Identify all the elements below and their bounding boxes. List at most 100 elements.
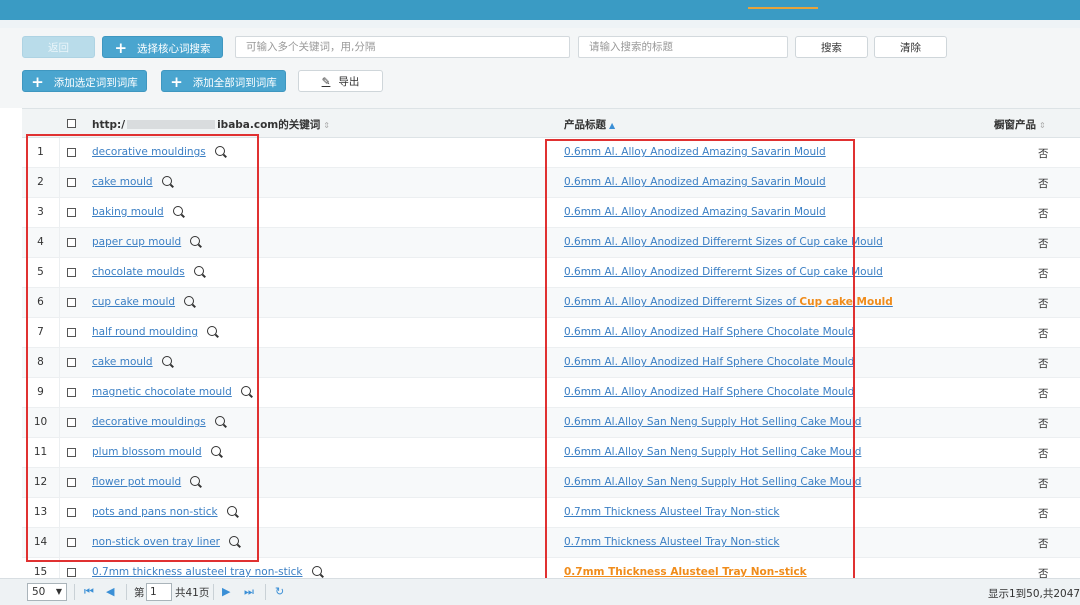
row-checkbox[interactable] — [67, 268, 76, 277]
row-number: 13 — [22, 498, 60, 528]
keyword-input[interactable] — [235, 36, 570, 58]
search-icon[interactable] — [172, 206, 183, 216]
next-page-icon[interactable]: ▶ — [222, 585, 230, 598]
header-showcase[interactable]: 橱窗产品 ⇕ — [994, 117, 1046, 132]
product-title-link[interactable]: 0.6mm Al. Alloy Anodized Amazing Savarin… — [564, 146, 826, 158]
back-button[interactable]: 返回 — [22, 36, 95, 58]
header-product-title[interactable]: 产品标题 ▲ — [564, 117, 615, 132]
keyword-link[interactable]: baking mould — [92, 206, 183, 218]
prev-page-icon[interactable]: ◀ — [106, 585, 114, 598]
table-row[interactable]: 14 non-stick oven tray liner 0.7mm Thickne… — [22, 528, 1080, 558]
keyword-link[interactable]: chocolate moulds — [92, 266, 204, 278]
table-row[interactable]: 7 half round moulding 0.6mm Al. Alloy Anod… — [22, 318, 1080, 348]
row-checkbox[interactable] — [67, 298, 76, 307]
search-icon[interactable] — [193, 266, 204, 276]
row-checkbox[interactable] — [67, 448, 76, 457]
product-title-link[interactable]: 0.6mm Al. Alloy Anodized Half Sphere Cho… — [564, 326, 854, 338]
row-checkbox[interactable] — [67, 478, 76, 487]
row-checkbox[interactable] — [67, 328, 76, 337]
keyword-link[interactable]: decorative mouldings — [92, 416, 225, 428]
row-checkbox[interactable] — [67, 568, 76, 577]
keyword-link[interactable]: flower pot mould — [92, 476, 201, 488]
search-icon[interactable] — [210, 446, 221, 456]
table-row[interactable]: 6 cup cake mould 0.6mm Al. Alloy Anodized … — [22, 288, 1080, 318]
product-title-link[interactable]: 0.6mm Al. Alloy Anodized Differernt Size… — [564, 296, 893, 308]
keyword-link[interactable]: plum blossom mould — [92, 446, 221, 458]
export-button[interactable]: ✎ 导出 — [298, 70, 383, 92]
table-row[interactable]: 2 cake mould 0.6mm Al. Alloy Anodized Amaz… — [22, 168, 1080, 198]
keyword-link[interactable]: decorative mouldings — [92, 146, 225, 158]
table-header: http:/ibaba.com的关键词 ⇕ 产品标题 ▲ 橱窗产品 ⇕ — [22, 108, 1080, 138]
select-all-checkbox[interactable] — [67, 119, 76, 128]
row-checkbox[interactable] — [67, 538, 76, 547]
table-row[interactable]: 3 baking mould 0.6mm Al. Alloy Anodized Am… — [22, 198, 1080, 228]
row-checkbox[interactable] — [67, 358, 76, 367]
product-title-link[interactable]: 0.6mm Al. Alloy Anodized Half Sphere Cho… — [564, 386, 854, 398]
table-row[interactable]: 11 plum blossom mould 0.6mm Al.Alloy San N… — [22, 438, 1080, 468]
search-icon[interactable] — [190, 476, 201, 486]
product-title-link[interactable]: 0.6mm Al.Alloy San Neng Supply Hot Selli… — [564, 476, 861, 488]
product-title-link[interactable]: 0.6mm Al. Alloy Anodized Half Sphere Cho… — [564, 356, 854, 368]
select-core-keyword-button[interactable]: + 选择核心词搜索 — [102, 36, 223, 58]
add-all-to-library-button[interactable]: + 添加全部词到词库 — [161, 70, 286, 92]
keyword-link[interactable]: cake mould — [92, 176, 172, 188]
keyword-link[interactable]: cup cake mould — [92, 296, 195, 308]
product-title-link[interactable]: 0.7mm Thickness Alusteel Tray Non-stick — [564, 536, 780, 548]
row-checkbox[interactable] — [67, 388, 76, 397]
keyword-link[interactable]: pots and pans non-stick — [92, 506, 237, 518]
search-icon[interactable] — [190, 236, 201, 246]
table-row[interactable]: 5 chocolate moulds 0.6mm Al. Alloy Anodize… — [22, 258, 1080, 288]
product-title-link[interactable]: 0.6mm Al. Alloy Anodized Differernt Size… — [564, 266, 883, 278]
search-icon[interactable] — [214, 146, 225, 156]
row-checkbox[interactable] — [67, 238, 76, 247]
product-title-link[interactable]: 0.7mm Thickness Alusteel Tray Non-stick — [564, 506, 780, 518]
keyword-link[interactable]: half round moulding — [92, 326, 217, 338]
search-icon[interactable] — [226, 506, 237, 516]
search-icon[interactable] — [184, 296, 195, 306]
row-checkbox[interactable] — [67, 418, 76, 427]
table-row[interactable]: 1 decorative mouldings 0.6mm Al. Alloy Ano… — [22, 138, 1080, 168]
table-row[interactable]: 8 cake mould 0.6mm Al. Alloy Anodized Half… — [22, 348, 1080, 378]
search-icon[interactable] — [240, 386, 251, 396]
keyword-link[interactable]: paper cup mould — [92, 236, 201, 248]
page-number-input[interactable]: 1 — [146, 583, 172, 601]
showcase-status: 否 — [1038, 238, 1049, 250]
add-selected-to-library-button[interactable]: + 添加选定词到词库 — [22, 70, 147, 92]
page-size-select[interactable]: 50 ▼ — [27, 583, 67, 601]
row-checkbox[interactable] — [67, 178, 76, 187]
last-page-icon[interactable]: ⏭ — [244, 585, 254, 599]
page-number-value: 1 — [150, 586, 157, 598]
row-checkbox[interactable] — [67, 508, 76, 517]
table-row[interactable]: 10 decorative mouldings 0.6mm Al.Alloy San… — [22, 408, 1080, 438]
table-row[interactable]: 13 pots and pans non-stick 0.7mm Thickness… — [22, 498, 1080, 528]
row-checkbox[interactable] — [67, 208, 76, 217]
product-title-link[interactable]: 0.6mm Al. Alloy Anodized Differernt Size… — [564, 236, 883, 248]
search-icon[interactable] — [161, 176, 172, 186]
product-title-link[interactable]: 0.6mm Al.Alloy San Neng Supply Hot Selli… — [564, 416, 861, 428]
table-row[interactable]: 4 paper cup mould 0.6mm Al. Alloy Anodized… — [22, 228, 1080, 258]
keyword-link[interactable]: magnetic chocolate mould — [92, 386, 251, 398]
search-icon[interactable] — [229, 536, 239, 546]
search-icon[interactable] — [161, 356, 172, 366]
header-keyword[interactable]: http:/ ibaba.com的关键词 ⇕ — [92, 117, 330, 132]
product-title-link[interactable]: 0.7mm Thickness Alusteel Tray Non-stick — [564, 566, 807, 578]
product-title-text: 0.6mm Al. Alloy Anodized Half Sphere Cho… — [564, 386, 855, 398]
search-button[interactable]: 搜索 — [795, 36, 868, 58]
title-search-input[interactable] — [578, 36, 788, 58]
search-icon[interactable] — [214, 416, 225, 426]
refresh-icon[interactable]: ↻ — [275, 585, 284, 598]
table-row[interactable]: 9 magnetic chocolate mould 0.6mm Al. Alloy… — [22, 378, 1080, 408]
clear-button[interactable]: 清除 — [874, 36, 947, 58]
keyword-link[interactable]: 0.7mm thickness alusteel tray non-stick — [92, 566, 322, 578]
search-icon[interactable] — [207, 326, 217, 336]
product-title-link[interactable]: 0.6mm Al. Alloy Anodized Amazing Savarin… — [564, 176, 826, 188]
row-checkbox[interactable] — [67, 148, 76, 157]
keyword-text: cake mould — [92, 356, 153, 368]
table-row[interactable]: 12 flower pot mould 0.6mm Al.Alloy San Nen… — [22, 468, 1080, 498]
keyword-link[interactable]: cake mould — [92, 356, 172, 368]
first-page-icon[interactable]: ⏮ — [84, 585, 94, 599]
product-title-link[interactable]: 0.6mm Al.Alloy San Neng Supply Hot Selli… — [564, 446, 861, 458]
product-title-link[interactable]: 0.6mm Al. Alloy Anodized Amazing Savarin… — [564, 206, 826, 218]
search-icon[interactable] — [311, 566, 322, 576]
keyword-link[interactable]: non-stick oven tray liner — [92, 536, 239, 548]
